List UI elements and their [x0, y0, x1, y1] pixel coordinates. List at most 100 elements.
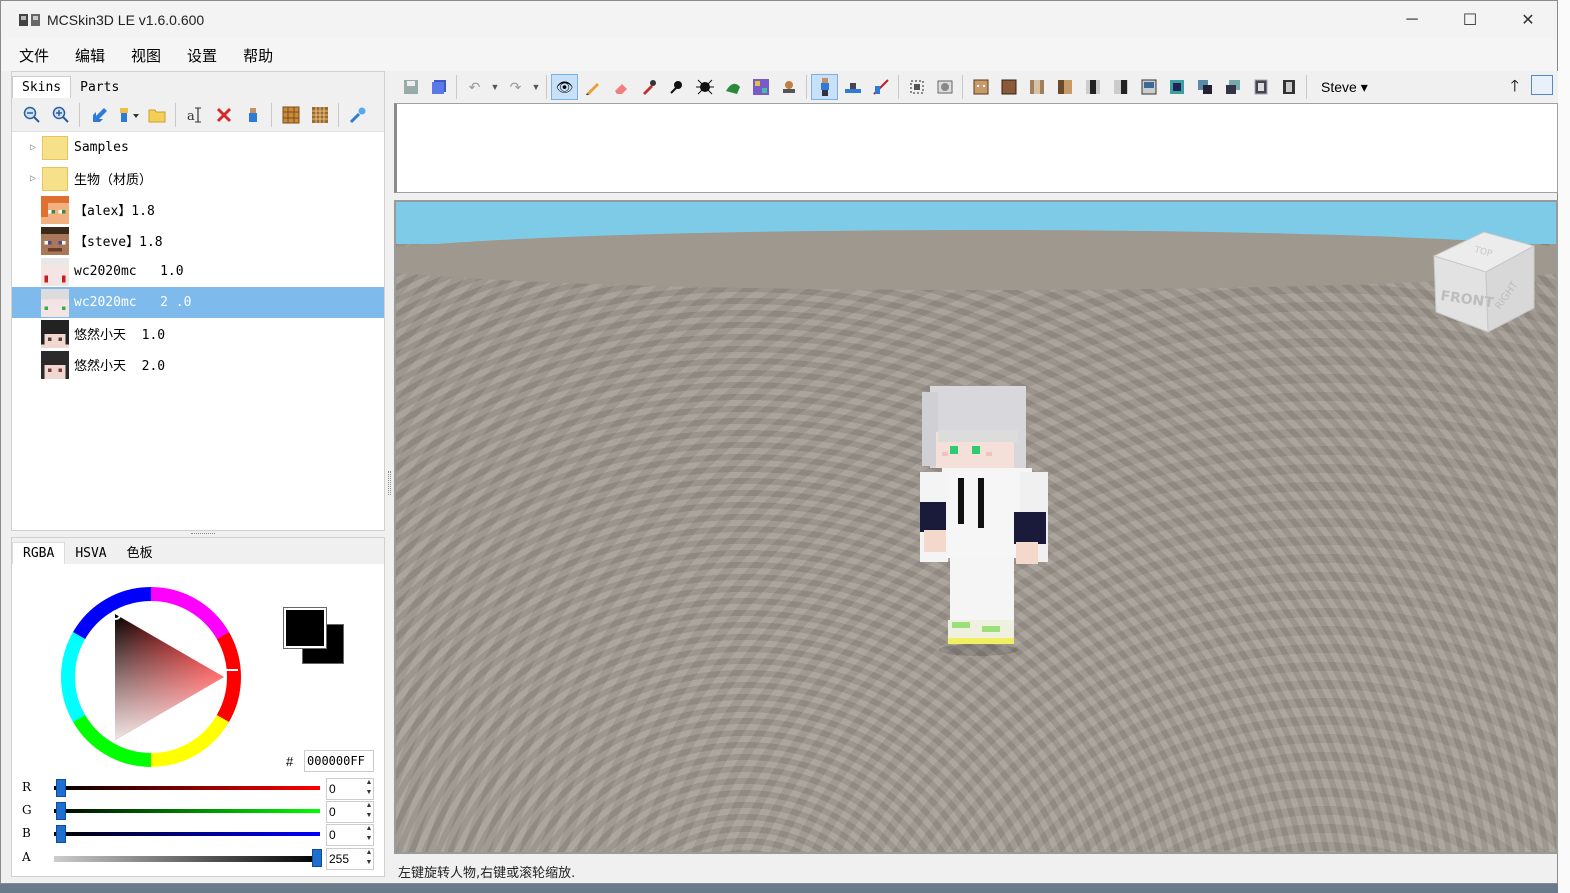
- tab-palette[interactable]: 色板: [117, 539, 163, 564]
- red-slider-row: R 0 ▲ ▼: [20, 778, 380, 800]
- undo-icon: ↶: [468, 78, 481, 95]
- tab-skins[interactable]: Skins: [12, 76, 72, 98]
- perspective-view-button[interactable]: [811, 74, 838, 100]
- toggle-head-button[interactable]: [967, 74, 994, 100]
- undo-button[interactable]: ↶: [461, 74, 488, 100]
- blue-slider-thumb[interactable]: [56, 825, 66, 843]
- new-folder-button[interactable]: [143, 102, 170, 128]
- toggle-right-arm-button[interactable]: [1107, 74, 1134, 100]
- texture-view-button[interactable]: [839, 74, 866, 100]
- 3d-viewport[interactable]: TOP FRONT RIGHT: [394, 200, 1558, 854]
- toggle-overlay2-button[interactable]: [1219, 74, 1246, 100]
- blue-slider-track[interactable]: [54, 832, 320, 836]
- color-wheel[interactable]: [60, 586, 242, 768]
- save-icon: [403, 80, 418, 94]
- texture-grid-icon: [311, 106, 328, 123]
- menu-file[interactable]: 文件: [19, 45, 49, 66]
- toggle-left-arm-button[interactable]: [1079, 74, 1106, 100]
- ground-horizon: [396, 230, 1556, 290]
- darken-lighten-button[interactable]: [691, 74, 718, 100]
- minimize-button[interactable]: ─: [1383, 1, 1441, 39]
- save-all-button[interactable]: [425, 74, 452, 100]
- dropper-tool-button[interactable]: [635, 74, 662, 100]
- toggle-right-leg-button[interactable]: [1163, 74, 1190, 100]
- close-button[interactable]: ✕: [1499, 1, 1557, 39]
- menu-settings[interactable]: 设置: [187, 45, 217, 66]
- menu-view[interactable]: 视图: [131, 45, 161, 66]
- stamp-tool-button[interactable]: [775, 74, 802, 100]
- red-slider-thumb[interactable]: [56, 779, 66, 797]
- right-leg-icon: [1169, 80, 1184, 94]
- redo-dropdown[interactable]: ▼: [530, 74, 542, 100]
- eraser-tool-button[interactable]: [607, 74, 634, 100]
- dock-panel-icon[interactable]: [1531, 75, 1553, 95]
- model-dropdown[interactable]: Steve ▾: [1321, 79, 1368, 96]
- alpha-slider-thumb[interactable]: [312, 849, 322, 867]
- expand-arrow-icon[interactable]: ▷: [30, 173, 40, 184]
- pencil-tool-button[interactable]: [579, 74, 606, 100]
- expand-arrow-icon[interactable]: ▷: [30, 142, 40, 153]
- red-slider-track[interactable]: [54, 786, 320, 790]
- folder-icon: [42, 166, 68, 191]
- delete-button[interactable]: [210, 102, 237, 128]
- toggle-outline-button[interactable]: [1247, 74, 1274, 100]
- grid-toggle-button[interactable]: [903, 74, 930, 100]
- red-spin-arrows[interactable]: ▲ ▼: [362, 778, 376, 800]
- maximize-button[interactable]: ☐: [1441, 1, 1499, 39]
- tree-skin-steve[interactable]: 【steve】1.8: [12, 225, 384, 256]
- clone-skin-button[interactable]: [239, 102, 266, 128]
- undo-dropdown[interactable]: ▼: [489, 74, 501, 100]
- zoom-out-button[interactable]: [18, 102, 45, 128]
- save-button[interactable]: [397, 74, 424, 100]
- new-skin-button[interactable]: [114, 102, 141, 128]
- toggle-transparent-button[interactable]: [1275, 74, 1302, 100]
- character-model[interactable]: [908, 382, 1048, 662]
- blue-slider-row: B 0 ▲ ▼: [20, 824, 380, 846]
- hybrid-view-button[interactable]: [867, 74, 894, 100]
- rename-button[interactable]: a: [181, 102, 208, 128]
- green-spin-arrows[interactable]: ▲ ▼: [362, 801, 376, 823]
- tree-folder-samples[interactable]: ▷ Samples: [12, 132, 384, 163]
- tree-skin-youran-2[interactable]: 悠然小天 2.0: [12, 349, 384, 380]
- noise-tool-button[interactable]: [719, 74, 746, 100]
- skin-thumbnail-icon: [41, 226, 69, 255]
- green-slider-thumb[interactable]: [56, 802, 66, 820]
- navigation-cube[interactable]: TOP FRONT RIGHT: [1430, 226, 1540, 334]
- toggle-left-leg-button[interactable]: [1135, 74, 1162, 100]
- zoom-in-button[interactable]: [47, 102, 74, 128]
- toggle-jacket-button[interactable]: [1051, 74, 1078, 100]
- camera-tool-button[interactable]: 👁: [551, 74, 578, 100]
- vertical-splitter[interactable]: [388, 471, 391, 495]
- tab-rgba[interactable]: RGBA: [12, 542, 66, 564]
- dodge-burn-button[interactable]: [663, 74, 690, 100]
- arrow-up-icon[interactable]: 🡑: [1511, 75, 1519, 102]
- tree-skin-wc2020mc-2[interactable]: wc2020mc 2 .0: [12, 287, 384, 318]
- horizontal-splitter[interactable]: [191, 533, 215, 536]
- background-toggle-button[interactable]: [931, 74, 958, 100]
- blue-spin-arrows[interactable]: ▲ ▼: [362, 824, 376, 846]
- tab-parts[interactable]: Parts: [71, 77, 128, 98]
- alpha-spin-arrows[interactable]: ▲ ▼: [362, 848, 376, 870]
- tree-skin-wc2020mc-1[interactable]: wc2020mc 1.0: [12, 256, 384, 287]
- tree-folder-mobs[interactable]: ▷ 生物（材质）: [12, 163, 384, 194]
- toggle-overlay-button[interactable]: [1191, 74, 1218, 100]
- menu-edit[interactable]: 编辑: [75, 45, 105, 66]
- texture-grid-button[interactable]: [306, 102, 333, 128]
- 2d-texture-view[interactable]: [394, 103, 1558, 193]
- primary-color-swatch[interactable]: [283, 607, 327, 649]
- fill-tool-button[interactable]: [747, 74, 774, 100]
- tab-hsva[interactable]: HSVA: [65, 543, 116, 564]
- tree-skin-youran-1[interactable]: 悠然小天 1.0: [12, 318, 384, 349]
- upload-button[interactable]: [344, 102, 371, 128]
- toggle-body-button[interactable]: [1023, 74, 1050, 100]
- grid-button[interactable]: [277, 102, 304, 128]
- menu-help[interactable]: 帮助: [243, 45, 273, 66]
- hex-color-input[interactable]: 000000FF: [304, 750, 374, 772]
- toggle-helmet-button[interactable]: [995, 74, 1022, 100]
- new-skin-icon: [119, 107, 139, 122]
- redo-button[interactable]: ↷: [502, 74, 529, 100]
- tree-skin-alex[interactable]: 【alex】1.8: [12, 194, 384, 225]
- green-slider-track[interactable]: [54, 809, 320, 813]
- alpha-slider-track[interactable]: [54, 856, 320, 862]
- import-skin-button[interactable]: [85, 102, 112, 128]
